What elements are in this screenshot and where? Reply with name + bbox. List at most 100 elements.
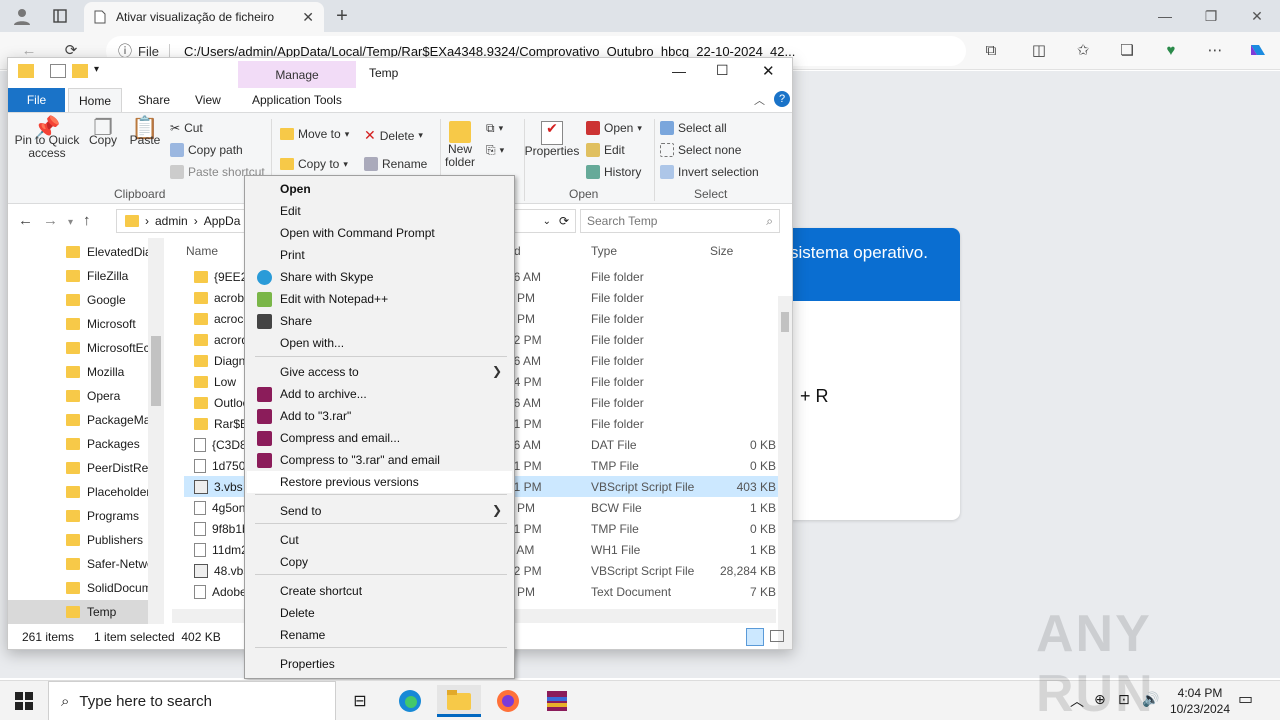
recent-dropdown-icon[interactable]: ▾ xyxy=(68,217,83,228)
collapse-ribbon-icon[interactable]: ︿ xyxy=(754,92,765,108)
back-arrow-icon[interactable]: ← xyxy=(18,212,43,229)
context-menu-item[interactable]: Restore previous versions xyxy=(247,471,512,493)
winrar-taskbar-icon[interactable] xyxy=(535,685,579,717)
minimize-button[interactable]: — xyxy=(672,63,686,79)
nav-pane-item[interactable]: SolidDocum xyxy=(8,576,156,600)
path-segment[interactable]: admin xyxy=(155,214,188,228)
nav-pane-item[interactable]: Placeholder xyxy=(8,480,156,504)
column-date[interactable]: d xyxy=(514,244,521,258)
copy-path-button[interactable]: Copy path xyxy=(170,143,243,157)
easy-access-button[interactable]: ⎘ ▾ xyxy=(486,143,504,158)
close-button[interactable]: ✕ xyxy=(762,62,775,80)
copy-button[interactable]: ❐ Copy xyxy=(84,117,122,147)
context-menu-item[interactable]: Compress and email... xyxy=(247,427,512,449)
forward-arrow-icon[interactable]: → xyxy=(43,212,68,229)
context-menu-item[interactable]: Cut xyxy=(247,529,512,551)
browser-tab[interactable]: Ativar visualização de ficheiro ✕ xyxy=(84,2,324,32)
column-type[interactable]: Type xyxy=(591,244,617,258)
history-button[interactable]: History xyxy=(586,165,641,179)
context-menu-item[interactable]: Compress to "3.rar" and email xyxy=(247,449,512,471)
split-screen-icon[interactable]: ◫ xyxy=(1024,36,1054,64)
new-folder-button[interactable]: New folder xyxy=(444,121,476,169)
nav-pane-item[interactable]: Temp xyxy=(8,600,156,624)
nav-pane-item[interactable]: Programs xyxy=(8,504,156,528)
nav-pane-item[interactable]: Publishers xyxy=(8,528,156,552)
move-to-button[interactable]: Move to ▾ xyxy=(280,127,349,141)
profile-icon[interactable] xyxy=(10,6,34,26)
nav-pane-item[interactable]: Safer-Netwo xyxy=(8,552,156,576)
context-menu-item[interactable]: Edit with Notepad++ xyxy=(247,288,512,310)
help-icon[interactable]: ? xyxy=(774,91,790,107)
task-view-button[interactable]: ⊟ xyxy=(338,685,382,717)
tab-view[interactable]: View xyxy=(185,88,231,112)
nav-pane-item[interactable]: Packages xyxy=(8,432,156,456)
paste-button[interactable]: 📋 Paste xyxy=(126,117,164,147)
qat-dropdown-icon[interactable]: ▾ xyxy=(94,64,99,75)
manage-tab[interactable]: Manage xyxy=(238,61,356,89)
scroll-thumb[interactable] xyxy=(151,336,161,406)
edit-button[interactable]: Edit xyxy=(586,143,625,157)
more-menu-icon[interactable]: ⋯ xyxy=(1200,36,1230,64)
context-menu-item[interactable]: Open with Command Prompt xyxy=(247,222,512,244)
select-none-button[interactable]: Select none xyxy=(660,143,741,157)
nav-pane-item[interactable]: ElevatedDia xyxy=(8,240,156,264)
nav-pane-item[interactable]: FileZilla xyxy=(8,264,156,288)
nav-pane-item[interactable]: MicrosoftEc xyxy=(8,336,156,360)
rename-button[interactable]: Rename xyxy=(364,157,427,171)
tab-share[interactable]: Share xyxy=(128,88,180,112)
nav-pane-item[interactable]: Google xyxy=(8,288,156,312)
properties-qat-icon[interactable] xyxy=(50,64,66,78)
edge-taskbar-icon[interactable] xyxy=(388,685,432,717)
restore-button[interactable]: ❐ xyxy=(1188,0,1234,32)
file-list-scrollbar[interactable] xyxy=(778,296,792,649)
context-menu-item[interactable]: Create shortcut xyxy=(247,580,512,602)
favorites-icon[interactable]: ✩ xyxy=(1068,36,1098,64)
path-dropdown-icon[interactable]: ⌄ xyxy=(543,216,551,227)
close-tab-icon[interactable]: ✕ xyxy=(302,9,314,26)
nav-pane-item[interactable]: Microsoft xyxy=(8,312,156,336)
search-input[interactable]: Search Temp ⌕ xyxy=(580,209,780,233)
scroll-thumb[interactable] xyxy=(781,312,789,332)
new-folder-qat-icon[interactable] xyxy=(72,64,88,78)
taskbar-search[interactable]: ⌕ Type here to search xyxy=(48,681,336,720)
nav-scrollbar[interactable] xyxy=(148,238,164,624)
context-menu-item[interactable]: Print xyxy=(247,244,512,266)
nav-pane-item[interactable]: Mozilla xyxy=(8,360,156,384)
new-item-button[interactable]: ⧉ ▾ xyxy=(486,121,503,136)
context-menu-item[interactable]: Properties xyxy=(247,653,512,675)
firefox-taskbar-icon[interactable] xyxy=(486,685,530,717)
column-name[interactable]: Name xyxy=(186,244,218,258)
column-size[interactable]: Size xyxy=(710,244,733,258)
minimize-button[interactable]: — xyxy=(1142,0,1188,32)
delete-button[interactable]: ✕ Delete ▾ xyxy=(364,127,423,144)
large-icons-view-icon[interactable] xyxy=(770,630,784,642)
maximize-button[interactable]: ☐ xyxy=(716,62,729,79)
performance-icon[interactable]: ♥ xyxy=(1156,36,1186,64)
tab-home[interactable]: Home xyxy=(68,88,123,112)
open-button[interactable]: Open ▾ xyxy=(586,121,642,135)
context-menu-item[interactable]: Delete xyxy=(247,602,512,624)
context-menu-item[interactable]: Copy xyxy=(247,551,512,573)
collections-icon[interactable]: ❏ xyxy=(1112,36,1142,64)
extensions-icon[interactable]: ⧉ xyxy=(976,36,1006,64)
up-arrow-icon[interactable]: ↑ xyxy=(83,212,101,229)
context-menu-item[interactable]: Rename xyxy=(247,624,512,646)
context-menu-item[interactable]: Add to "3.rar" xyxy=(247,405,512,427)
pin-quick-access-button[interactable]: 📌 Pin to Quick access xyxy=(14,117,80,160)
nav-pane-item[interactable]: PackageMa xyxy=(8,408,156,432)
invert-selection-button[interactable]: Invert selection xyxy=(660,165,759,179)
file-explorer-taskbar-icon[interactable] xyxy=(437,685,481,717)
tab-file[interactable]: File xyxy=(8,88,65,112)
context-menu-item[interactable]: Share with Skype xyxy=(247,266,512,288)
properties-button[interactable]: ✔ Properties xyxy=(524,121,580,158)
context-menu-item[interactable]: Add to archive... xyxy=(247,383,512,405)
tab-actions-icon[interactable] xyxy=(48,6,72,26)
context-menu-item[interactable]: Edit xyxy=(247,200,512,222)
context-menu-item[interactable]: Give access to ❯ xyxy=(247,361,512,383)
new-tab-button[interactable]: + xyxy=(330,4,354,28)
refresh-icon[interactable]: ⟳ xyxy=(559,214,569,228)
nav-pane-item[interactable]: Opera xyxy=(8,384,156,408)
context-menu-item[interactable]: Open xyxy=(247,178,512,200)
copilot-icon[interactable] xyxy=(1244,36,1272,64)
select-all-button[interactable]: Select all xyxy=(660,121,727,135)
